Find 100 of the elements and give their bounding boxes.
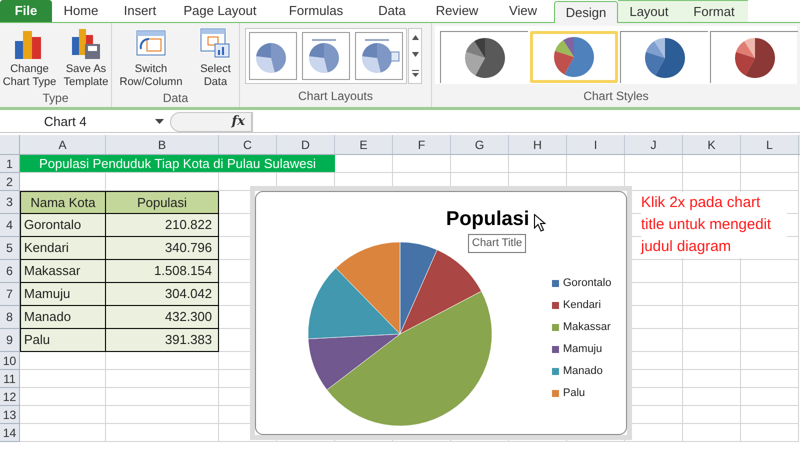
column-header[interactable]: E [335,135,393,154]
sheet-cell [741,260,799,283]
sheet-cell [741,424,799,442]
table-cell: 340.796 [106,237,219,260]
ribbon-tab[interactable]: Design [554,1,618,23]
pie-style-icon [553,36,595,78]
sheet-cell [683,173,741,191]
ribbon-button[interactable]: Switch Row/Column [120,27,182,89]
legend-swatch [552,302,559,309]
table-header: Populasi [106,191,219,214]
row-header[interactable]: 6 [0,260,20,283]
ribbon-tab[interactable]: Home [52,0,110,22]
group-label: Chart Layouts [297,88,374,105]
column-header[interactable]: G [451,135,509,154]
sheet-cell [741,155,799,173]
legend-label: Manado [563,364,603,380]
ribbon-tab[interactable]: File [0,0,52,22]
column-header[interactable]: H [509,135,567,154]
row-header[interactable]: 5 [0,237,20,260]
sheet-cell [683,329,741,352]
table-cell: 432.300 [106,306,219,329]
ribbon-tab[interactable]: View [492,0,554,22]
sheet-cell [741,406,799,424]
sheet-cell [683,283,741,306]
column-header[interactable]: F [393,135,451,154]
column-header[interactable]: C [219,135,277,154]
row-header[interactable]: 14 [0,424,20,442]
column-header[interactable]: J [625,135,683,154]
table-cell: Kendari [20,237,106,260]
table-cell: Mamuju [20,283,106,306]
pie-style-icon [644,36,686,78]
scroll-up-icon [412,35,418,40]
row-header[interactable]: 2 [0,173,20,191]
pie-style-icon [734,36,776,78]
column-header[interactable]: K [683,135,741,154]
chart-frame[interactable]: Populasi Gorontalo Kendari Makassar Mamuju Manado Palu Chart Title [250,186,632,440]
style-thumbnail[interactable] [440,31,528,83]
chart-title[interactable]: Populasi [446,204,530,234]
sheet-cell [683,260,741,283]
row-header[interactable]: 13 [0,406,20,424]
ribbon-tab[interactable]: Review [422,0,492,22]
legend-swatch [552,346,559,353]
more-icon [412,70,418,77]
mouse-pointer-icon [534,214,546,232]
column-header[interactable]: B [106,135,219,154]
layout-thumbnail[interactable] [302,32,350,80]
row-header[interactable]: 10 [0,352,20,370]
sheet-cell [683,370,741,388]
ribbon-tab[interactable]: Data [362,0,422,22]
table-cell: Gorontalo [20,214,106,237]
annotation-text: Klik 2x pada chart title untuk mengedit judul diagram [641,192,787,258]
ribbon-tab[interactable]: Format [680,0,748,22]
dropdown-caret-icon [155,119,164,124]
ribbon-tab[interactable]: Layout [618,0,680,22]
table-cell: Palu [20,329,106,352]
ribbon-button[interactable]: Change Chart Type [2,27,56,89]
ribbon-tab[interactable]: Page Layout [170,0,270,22]
legend-label: Palu [563,386,586,402]
row-header[interactable]: 7 [0,283,20,306]
row-header[interactable]: 11 [0,370,20,388]
layout-thumbnail[interactable] [355,32,403,80]
style-thumbnail[interactable] [710,31,798,83]
sheet-cell [741,173,799,191]
table-cell: Manado [20,306,106,329]
column-header[interactable]: I [567,135,625,154]
row-header[interactable]: 4 [0,214,20,237]
table-cell: 210.822 [106,214,219,237]
table-header: Nama Kota [20,191,106,214]
scroll-down-icon [412,52,418,58]
row-header[interactable]: 9 [0,329,20,352]
sheet-cell [741,370,799,388]
legend-label: Gorontalo [563,276,612,292]
row-header[interactable]: 12 [0,388,20,406]
sheet-cell [683,406,741,424]
name-box[interactable]: Chart 4 [0,112,155,132]
sheet-cell [741,283,799,306]
row-header[interactable]: 3 [0,191,20,214]
ribbon-button[interactable]: Save As Template [64,27,108,89]
legend-swatch [552,324,559,331]
sheet-cell [683,306,741,329]
style-thumbnail[interactable] [620,31,708,83]
ribbon-tab[interactable]: Formulas [270,0,362,22]
sheet-cell [683,352,741,370]
legend-swatch [552,390,559,397]
legend-swatch [552,280,559,287]
insert-function-button[interactable]: fx [232,112,245,132]
row-header[interactable]: 1 [0,155,20,173]
row-header[interactable]: 8 [0,306,20,329]
tooltip: Chart Title [468,234,526,253]
ribbon-button[interactable]: Select Data [199,27,232,89]
pie-style-icon [464,36,506,78]
sheet-cell [683,424,741,442]
sheet-title: Populasi Penduduk Tiap Kota di Pulau Sulawesi [20,155,335,173]
sheet-cell [741,329,799,352]
column-header[interactable]: D [277,135,335,154]
column-header[interactable]: L [741,135,799,154]
column-header[interactable]: A [20,135,106,154]
ribbon-tab[interactable]: Insert [110,0,170,22]
sheet-cell [683,155,741,173]
layout-thumbnail[interactable] [249,32,297,80]
